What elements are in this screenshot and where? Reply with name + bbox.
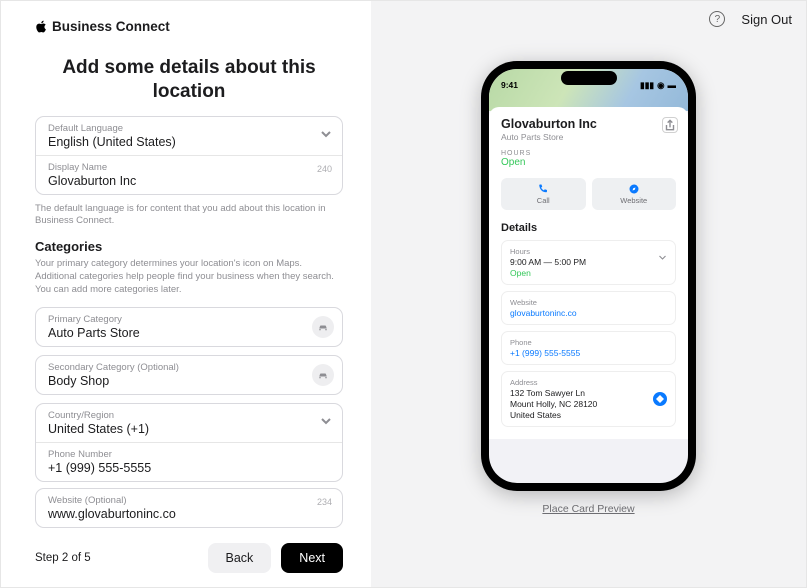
categories-heading: Categories xyxy=(35,239,343,254)
phone-preview: 9:41 ▮▮▮ ◉ ▬ Glovaburton Inc Auto Parts … xyxy=(481,61,696,491)
phone-icon xyxy=(537,183,549,195)
char-count: 240 xyxy=(317,164,332,174)
chevron-down-icon xyxy=(320,414,332,432)
wifi-icon: ◉ xyxy=(657,80,664,91)
back-button[interactable]: Back xyxy=(208,543,272,573)
open-status: Open xyxy=(501,157,676,168)
compass-icon xyxy=(628,183,640,195)
language-note: The default language is for content that… xyxy=(35,203,343,228)
battery-icon: ▬ xyxy=(668,80,677,90)
preview-business-name: Glovaburton Inc xyxy=(501,117,676,131)
brand: Business Connect xyxy=(35,19,343,34)
country-select[interactable]: Country/Region United States (+1) xyxy=(36,404,342,442)
language-display-group: Default Language English (United States)… xyxy=(35,116,343,195)
car-icon xyxy=(312,364,334,386)
phone-input[interactable]: Phone Number +1 (999) 555-5555 xyxy=(36,442,342,481)
chevron-down-icon xyxy=(320,127,332,145)
char-count: 234 xyxy=(317,497,332,507)
preview-hours-row: Hours 9:00 AM — 5:00 PM Open xyxy=(501,240,676,285)
secondary-category-select[interactable]: Secondary Category (Optional) Body Shop xyxy=(35,355,343,395)
hours-label: HOURS xyxy=(501,150,676,157)
help-icon[interactable]: ? xyxy=(709,11,725,27)
apple-icon xyxy=(35,20,48,33)
preview-website-row: Website glovaburtoninc.co xyxy=(501,291,676,325)
step-indicator: Step 2 of 5 xyxy=(35,552,91,564)
chevron-down-icon xyxy=(658,249,667,267)
phone-notch xyxy=(561,71,617,85)
signal-icon: ▮▮▮ xyxy=(640,80,654,91)
directions-icon xyxy=(653,392,667,406)
preview-website-button: Website xyxy=(592,178,677,210)
car-icon xyxy=(312,316,334,338)
preview-business-category: Auto Parts Store xyxy=(501,132,676,142)
sign-out-link[interactable]: Sign Out xyxy=(741,12,792,27)
next-button[interactable]: Next xyxy=(281,543,343,573)
details-heading: Details xyxy=(501,222,676,234)
share-icon xyxy=(662,117,678,133)
page-title: Add some details about this location xyxy=(57,56,321,104)
contact-group: Country/Region United States (+1) Phone … xyxy=(35,403,343,482)
preview-phone-row: Phone +1 (999) 555-5555 xyxy=(501,331,676,365)
website-input[interactable]: Website (Optional) www.glovaburtoninc.co… xyxy=(35,488,343,528)
language-select[interactable]: Default Language English (United States) xyxy=(36,117,342,155)
display-name-input[interactable]: Display Name Glovaburton Inc 240 xyxy=(36,155,342,194)
preview-call-button: Call xyxy=(501,178,586,210)
preview-address-row: Address 132 Tom Sawyer Ln Mount Holly, N… xyxy=(501,371,676,427)
categories-desc: Your primary category determines your lo… xyxy=(35,258,343,296)
primary-category-select[interactable]: Primary Category Auto Parts Store xyxy=(35,307,343,347)
preview-caption[interactable]: Place Card Preview xyxy=(542,503,634,515)
